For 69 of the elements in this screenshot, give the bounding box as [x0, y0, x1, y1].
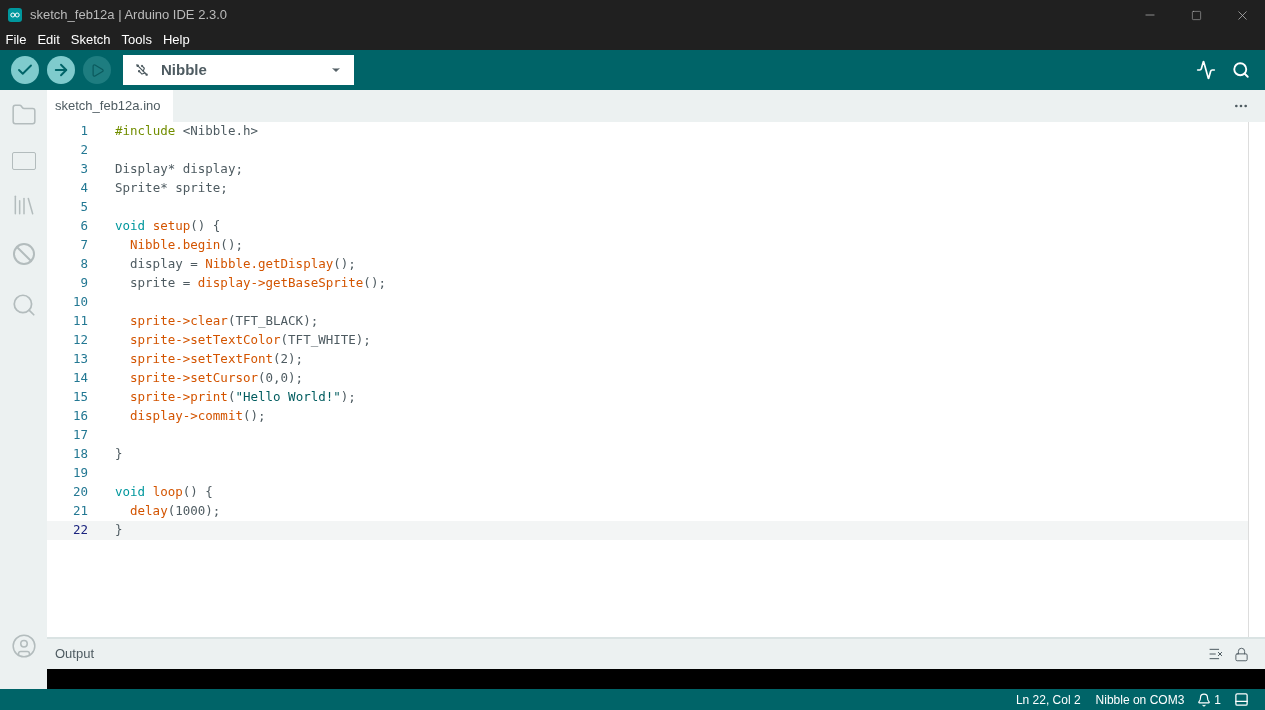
line-number: 12	[71, 331, 88, 350]
search-icon[interactable]	[10, 292, 37, 318]
code-line: sprite = display->getBaseSprite();	[129, 274, 386, 293]
code-line: sprite->clear(TFT_BLACK);	[129, 312, 319, 331]
code-line: display->commit();	[129, 407, 266, 426]
usb-icon	[135, 63, 149, 77]
board-port-status: Nibble on COM3	[1095, 691, 1185, 709]
panel-toggle-icon[interactable]	[1234, 692, 1249, 707]
code-line: display = Nibble.getDisplay();	[129, 255, 356, 274]
maximize-icon	[1190, 9, 1202, 21]
menu-item[interactable]: File	[0, 30, 32, 50]
arrow-right-icon	[52, 61, 70, 79]
line-number: 5	[79, 198, 88, 217]
line-number: 11	[71, 312, 88, 331]
line-number: 20	[71, 483, 88, 502]
code-line: void setup() {	[115, 217, 221, 236]
line-number: 6	[79, 217, 88, 236]
menu-item[interactable]: Edit	[31, 30, 66, 50]
code-line: sprite->print("Hello World!");	[129, 388, 356, 407]
line-number: 10	[71, 293, 88, 312]
line-number: 8	[79, 255, 88, 274]
code-line: sprite->setTextFont(2);	[129, 350, 304, 369]
app-logo-icon	[8, 8, 22, 22]
editor-tab[interactable]: sketch_feb12a.ino	[47, 90, 173, 122]
code-line: }	[115, 445, 123, 464]
pulse-icon	[1196, 60, 1216, 80]
menu-item[interactable]: Sketch	[65, 30, 117, 50]
code-line: sprite->setTextColor(TFT_WHITE);	[129, 331, 371, 350]
code-line: Sprite* sprite;	[115, 179, 228, 198]
debug-button[interactable]	[83, 56, 111, 84]
line-number: 14	[71, 369, 88, 388]
menu-item[interactable]: Help	[157, 30, 196, 50]
board-manager-icon[interactable]	[11, 152, 36, 170]
line-number: 16	[71, 407, 88, 426]
play-icon	[89, 62, 105, 78]
line-number: 4	[79, 179, 88, 198]
line-number: 2	[79, 141, 88, 160]
code-line: sprite->setCursor(0,0);	[129, 369, 304, 388]
magnifier-icon	[1232, 61, 1250, 79]
verify-button[interactable]	[11, 56, 39, 84]
line-number: 9	[79, 274, 88, 293]
line-number: 7	[79, 236, 88, 255]
line-number: 3	[79, 160, 88, 179]
upload-button[interactable]	[47, 56, 75, 84]
lock-icon[interactable]	[1234, 646, 1249, 662]
board-selector[interactable]: Nibble	[123, 55, 354, 85]
code-line: void loop() {	[115, 483, 213, 502]
account-icon[interactable]	[10, 633, 37, 659]
line-number: 17	[71, 426, 88, 445]
code-line: #include <Nibble.h>	[115, 122, 258, 141]
line-number: 21	[71, 502, 88, 521]
line-number: 1	[79, 122, 88, 141]
code-line: }	[115, 521, 123, 540]
menu-item[interactable]: Tools	[116, 30, 158, 50]
line-number: 15	[71, 388, 88, 407]
notification-count: 1	[1214, 691, 1221, 709]
notification-icon[interactable]	[1197, 692, 1212, 707]
code-line: Nibble.begin();	[129, 236, 243, 255]
line-number: 18	[71, 445, 88, 464]
cursor-position: Ln 22, Col 2	[1015, 691, 1081, 709]
window-title: sketch_feb12a | Arduino IDE 2.3.0	[30, 6, 228, 25]
line-number: 22	[71, 521, 88, 540]
serial-plotter-button[interactable]	[1194, 58, 1218, 82]
clear-output-icon[interactable]	[1208, 646, 1224, 662]
code-line: delay(1000);	[129, 502, 221, 521]
line-number: 13	[71, 350, 88, 369]
output-title: Output	[55, 645, 95, 664]
code-line: Display* display;	[115, 160, 243, 179]
line-number: 19	[71, 464, 88, 483]
